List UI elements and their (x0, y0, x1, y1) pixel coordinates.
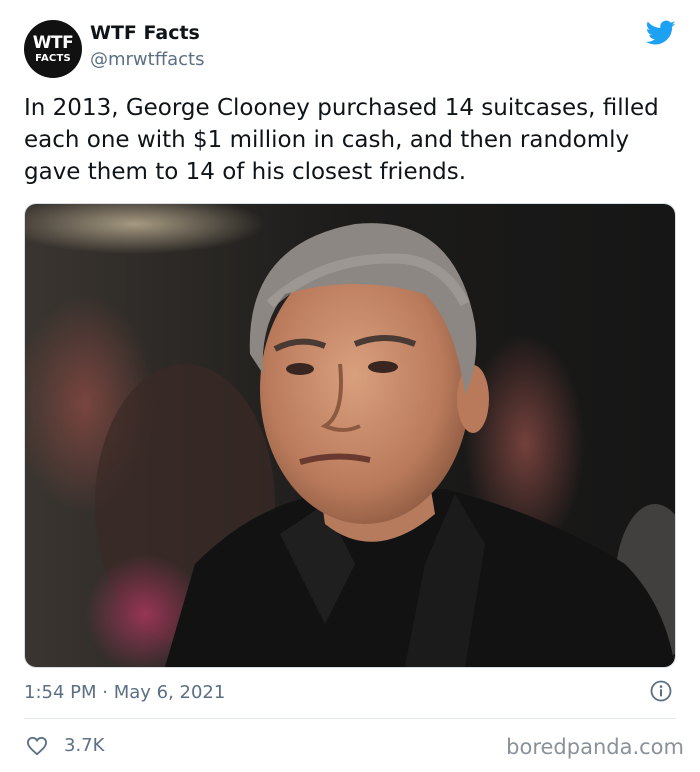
display-name[interactable]: WTF Facts (90, 22, 204, 44)
tweet-header: WTF FACTS WTF Facts @mrwtffacts (24, 20, 676, 78)
tweet-text: In 2013, George Clooney purchased 14 sui… (24, 95, 659, 185)
twitter-bird-icon[interactable] (646, 20, 676, 46)
user-handle[interactable]: @mrwtffacts (90, 49, 204, 70)
avatar-text-facts: FACTS (35, 52, 71, 64)
avatar-text-wtf: WTF (32, 32, 74, 53)
watermark: boredpanda.com (506, 735, 684, 759)
heart-icon[interactable] (26, 736, 48, 756)
portrait-illustration (25, 204, 675, 667)
avatar[interactable]: WTF FACTS (24, 20, 82, 78)
author-names: WTF Facts @mrwtffacts (90, 22, 204, 70)
info-icon[interactable] (650, 680, 672, 702)
tweet-meta: 1:54 PM · May 6, 2021 (24, 680, 676, 706)
tweet-card: WTF FACTS WTF Facts @mrwtffacts In 2013,… (0, 0, 700, 772)
tweet-photo[interactable] (24, 203, 676, 668)
divider (24, 718, 676, 719)
like-count[interactable]: 3.7K (64, 735, 104, 756)
tweet-timestamp[interactable]: 1:54 PM · May 6, 2021 (24, 682, 225, 703)
tweet-footer: 3.7K boredpanda.com (24, 732, 684, 762)
